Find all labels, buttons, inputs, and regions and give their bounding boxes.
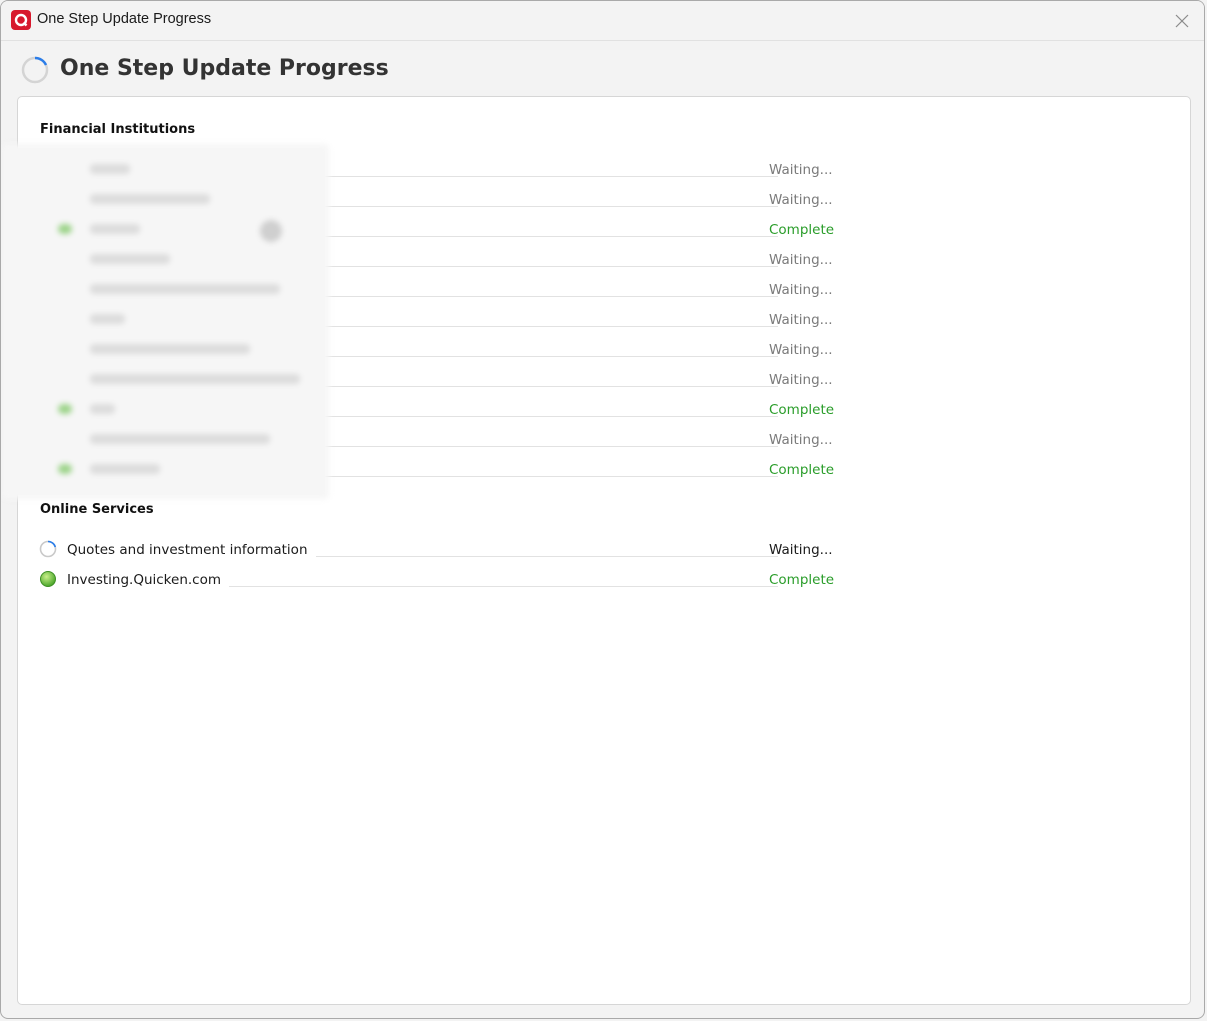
status-text: Complete <box>769 402 835 418</box>
row-leader-line <box>318 476 778 478</box>
status-text: Waiting... <box>769 252 833 268</box>
status-text: Waiting... <box>769 342 833 358</box>
row-leader-line <box>318 326 778 328</box>
redacted-account-list <box>2 144 329 499</box>
title-divider <box>1 40 1204 41</box>
row-leader-line <box>318 446 778 448</box>
status-text: Waiting... <box>769 282 833 298</box>
loading-spinner-icon <box>21 56 49 84</box>
row-leader-line <box>318 236 778 238</box>
service-label: Quotes and investment information <box>67 542 316 558</box>
list-item: Investing.Quicken.com Complete <box>18 564 848 594</box>
status-text: Complete <box>769 462 835 478</box>
quicken-logo-icon <box>11 10 31 30</box>
row-leader-line <box>318 416 778 418</box>
window-title: One Step Update Progress <box>37 11 212 27</box>
row-leader-line <box>318 296 778 298</box>
row-leader-line <box>318 176 778 178</box>
status-text: Complete <box>769 222 835 238</box>
status-text: Waiting... <box>769 192 833 208</box>
status-text: Waiting... <box>769 372 833 388</box>
close-icon <box>1175 14 1189 28</box>
status-text: Waiting... <box>769 312 833 328</box>
list-item: Quotes and investment information Waitin… <box>18 534 848 564</box>
progress-panel: Financial Institutions Waiting... Waiting… <box>2 96 1191 1005</box>
complete-green-dot-icon <box>40 571 56 587</box>
page-title: One Step Update Progress <box>60 56 389 81</box>
loading-spinner-icon <box>39 540 57 558</box>
service-label: Investing.Quicken.com <box>67 572 230 588</box>
status-text: Waiting... <box>769 542 833 558</box>
title-bar[interactable]: One Step Update Progress <box>1 1 1204 39</box>
close-button[interactable] <box>1166 7 1198 35</box>
row-leader-line <box>318 206 778 208</box>
section-title-financial-institutions: Financial Institutions <box>40 122 196 137</box>
row-leader-line <box>318 356 778 358</box>
status-text: Waiting... <box>769 432 833 448</box>
row-leader-line <box>318 386 778 388</box>
status-text: Complete <box>769 572 835 588</box>
section-title-online-services: Online Services <box>40 502 154 517</box>
status-text: Waiting... <box>769 162 833 178</box>
dialog-window: One Step Update Progress One Step Update… <box>0 0 1205 1019</box>
row-leader-line <box>318 266 778 268</box>
